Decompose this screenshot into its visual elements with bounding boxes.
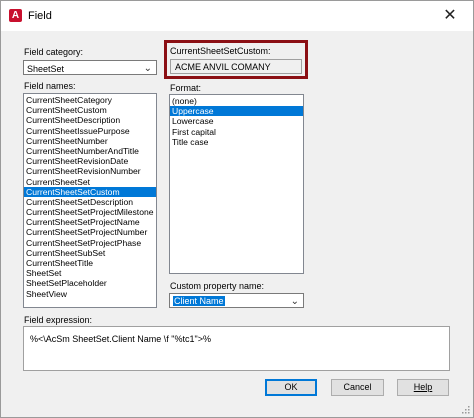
field-name-item[interactable]: CurrentSheetIssuePurpose: [24, 126, 156, 136]
format-list[interactable]: (none) Uppercase Lowercase First capital Tit…: [169, 94, 304, 274]
format-item[interactable]: Lowercase: [170, 116, 303, 126]
field-name-item[interactable]: CurrentSheetDescription: [24, 115, 156, 125]
cancel-button[interactable]: Cancel: [331, 379, 384, 396]
field-name-item[interactable]: SheetView: [24, 289, 156, 299]
field-name-item[interactable]: CurrentSheetNumber: [24, 136, 156, 146]
format-item[interactable]: Title case: [170, 137, 303, 147]
field-name-item[interactable]: CurrentSheetSetDescription: [24, 197, 156, 207]
format-item[interactable]: First capital: [170, 127, 303, 137]
resize-grip-icon[interactable]: [462, 406, 470, 414]
field-expression-value: %<\AcSm SheetSet.Client Name \f "%tc1">%: [30, 334, 211, 344]
field-name-item[interactable]: CurrentSheetCategory: [24, 95, 156, 105]
close-icon[interactable]: ✕: [427, 1, 473, 31]
field-name-item[interactable]: CurrentSheetSet: [24, 177, 156, 187]
field-name-item[interactable]: SheetSetPlaceholder: [24, 278, 156, 288]
field-name-item[interactable]: CurrentSheetRevisionNumber: [24, 166, 156, 176]
dialog-title: Field: [28, 10, 52, 22]
custom-property-label: Custom property name:: [170, 281, 265, 291]
field-name-item[interactable]: CurrentSheetNumberAndTitle: [24, 146, 156, 156]
field-dialog: A Field ✕ Field category: SheetSet ⌄ Fie…: [0, 0, 474, 418]
field-names-label: Field names:: [24, 81, 76, 91]
field-category-value: SheetSet: [27, 64, 65, 74]
field-name-item[interactable]: CurrentSheetSetProjectMilestone: [24, 207, 156, 217]
autocad-app-icon: A: [9, 9, 22, 22]
format-item[interactable]: (none): [170, 96, 303, 106]
title-bar: A Field ✕: [1, 1, 473, 31]
field-category-dropdown[interactable]: SheetSet ⌄: [23, 60, 157, 75]
field-name-item[interactable]: CurrentSheetCustom: [24, 105, 156, 115]
field-name-item[interactable]: CurrentSheetSetProjectPhase: [24, 238, 156, 248]
field-category-label: Field category:: [24, 47, 84, 57]
field-name-item[interactable]: CurrentSheetSubSet: [24, 248, 156, 258]
ok-button[interactable]: OK: [265, 379, 317, 396]
chevron-down-icon: ⌄: [143, 63, 152, 74]
annotation-highlight: [164, 40, 308, 79]
format-label: Format:: [170, 83, 202, 93]
field-name-item[interactable]: CurrentSheetSetCustom: [24, 186, 156, 197]
field-name-item[interactable]: SheetSet: [24, 268, 156, 278]
custom-property-value: Client Name: [173, 296, 225, 306]
field-name-item[interactable]: CurrentSheetSetProjectNumber: [24, 227, 156, 237]
field-expression-label: Field expression:: [24, 315, 93, 325]
field-name-item[interactable]: CurrentSheetTitle: [24, 258, 156, 268]
custom-property-dropdown[interactable]: Client Name ⌄: [169, 293, 304, 308]
field-expression-box[interactable]: %<\AcSm SheetSet.Client Name \f "%tc1">%: [23, 326, 450, 371]
format-item[interactable]: Uppercase: [170, 106, 303, 117]
chevron-down-icon: ⌄: [290, 296, 299, 307]
field-names-list[interactable]: CurrentSheetCategory CurrentSheetCustom Cu…: [23, 93, 157, 308]
help-button[interactable]: Help: [397, 379, 449, 396]
field-name-item[interactable]: CurrentSheetSetProjectName: [24, 217, 156, 227]
field-name-item[interactable]: CurrentSheetRevisionDate: [24, 156, 156, 166]
